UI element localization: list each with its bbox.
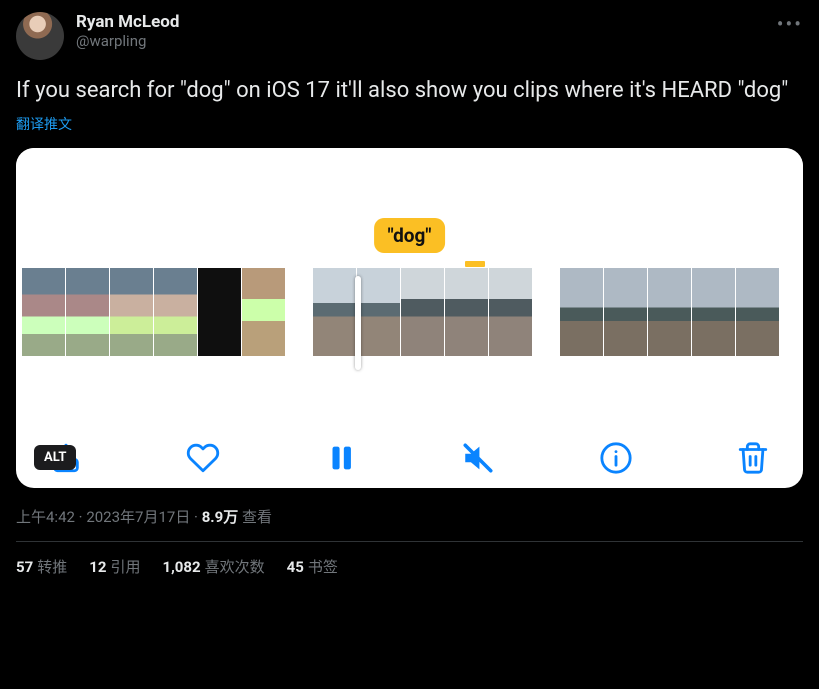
clip-thumb[interactable] bbox=[198, 268, 241, 356]
translate-link[interactable]: 翻译推文 bbox=[16, 114, 803, 134]
display-name: Ryan McLeod bbox=[76, 12, 179, 32]
clip-group-3 bbox=[560, 268, 779, 366]
playhead[interactable] bbox=[355, 276, 361, 370]
date[interactable]: 2023年7月17日 bbox=[86, 508, 190, 526]
alt-badge[interactable]: ALT bbox=[34, 445, 76, 470]
quotes-stat[interactable]: 12引用 bbox=[89, 556, 140, 577]
clip-thumb[interactable] bbox=[66, 268, 109, 356]
info-icon[interactable] bbox=[596, 438, 636, 478]
clip-thumb[interactable] bbox=[648, 268, 691, 356]
likes-stat[interactable]: 1,082喜欢次数 bbox=[162, 556, 264, 577]
clip-thumb[interactable] bbox=[313, 268, 356, 356]
divider bbox=[16, 541, 803, 542]
clip-thumb[interactable] bbox=[242, 268, 285, 356]
caption-badge: "dog" bbox=[374, 218, 446, 253]
clip-thumb[interactable] bbox=[154, 268, 197, 356]
volume-mute-icon[interactable] bbox=[458, 438, 498, 478]
media-card[interactable]: "dog" bbox=[16, 148, 803, 488]
retweets-stat[interactable]: 57转推 bbox=[16, 556, 67, 577]
clip-thumb[interactable] bbox=[736, 268, 779, 356]
clip-group-1 bbox=[22, 268, 285, 366]
pause-icon[interactable] bbox=[321, 438, 361, 478]
avatar[interactable] bbox=[16, 12, 64, 60]
tweet: Ryan McLeod @warpling ••• If you search … bbox=[16, 12, 803, 577]
bookmarks-stat[interactable]: 45书签 bbox=[287, 556, 338, 577]
media-whitespace: "dog" bbox=[16, 148, 803, 268]
views-count: 8.9万 bbox=[202, 508, 239, 526]
more-icon[interactable]: ••• bbox=[777, 12, 803, 36]
clip-thumb[interactable] bbox=[445, 268, 488, 356]
clip-thumb[interactable] bbox=[401, 268, 444, 356]
views-label: 查看 bbox=[238, 508, 272, 526]
trash-icon[interactable] bbox=[733, 438, 773, 478]
stats-row: 57转推 12引用 1,082喜欢次数 45书签 bbox=[16, 556, 803, 577]
heart-icon[interactable] bbox=[183, 438, 223, 478]
clip-thumb[interactable] bbox=[357, 268, 400, 356]
media-toolbar bbox=[16, 422, 803, 488]
clip-thumb[interactable] bbox=[110, 268, 153, 356]
clip-thumb[interactable] bbox=[560, 268, 603, 356]
clip-thumb[interactable] bbox=[604, 268, 647, 356]
clip-thumb[interactable] bbox=[489, 268, 532, 356]
author-names[interactable]: Ryan McLeod @warpling bbox=[76, 12, 179, 50]
clip-thumb[interactable] bbox=[692, 268, 735, 356]
tweet-text: If you search for "dog" on iOS 17 it'll … bbox=[16, 76, 803, 106]
time[interactable]: 上午4:42 bbox=[16, 508, 75, 526]
tweet-header: Ryan McLeod @warpling ••• bbox=[16, 12, 803, 60]
handle: @warpling bbox=[76, 32, 179, 50]
clip-timeline[interactable] bbox=[16, 268, 803, 366]
tweet-meta: 上午4:42 · 2023年7月17日 · 8.9万 查看 bbox=[16, 506, 803, 527]
clip-group-2 bbox=[313, 268, 532, 366]
caption-marker bbox=[465, 261, 485, 267]
clip-thumb[interactable] bbox=[22, 268, 65, 356]
